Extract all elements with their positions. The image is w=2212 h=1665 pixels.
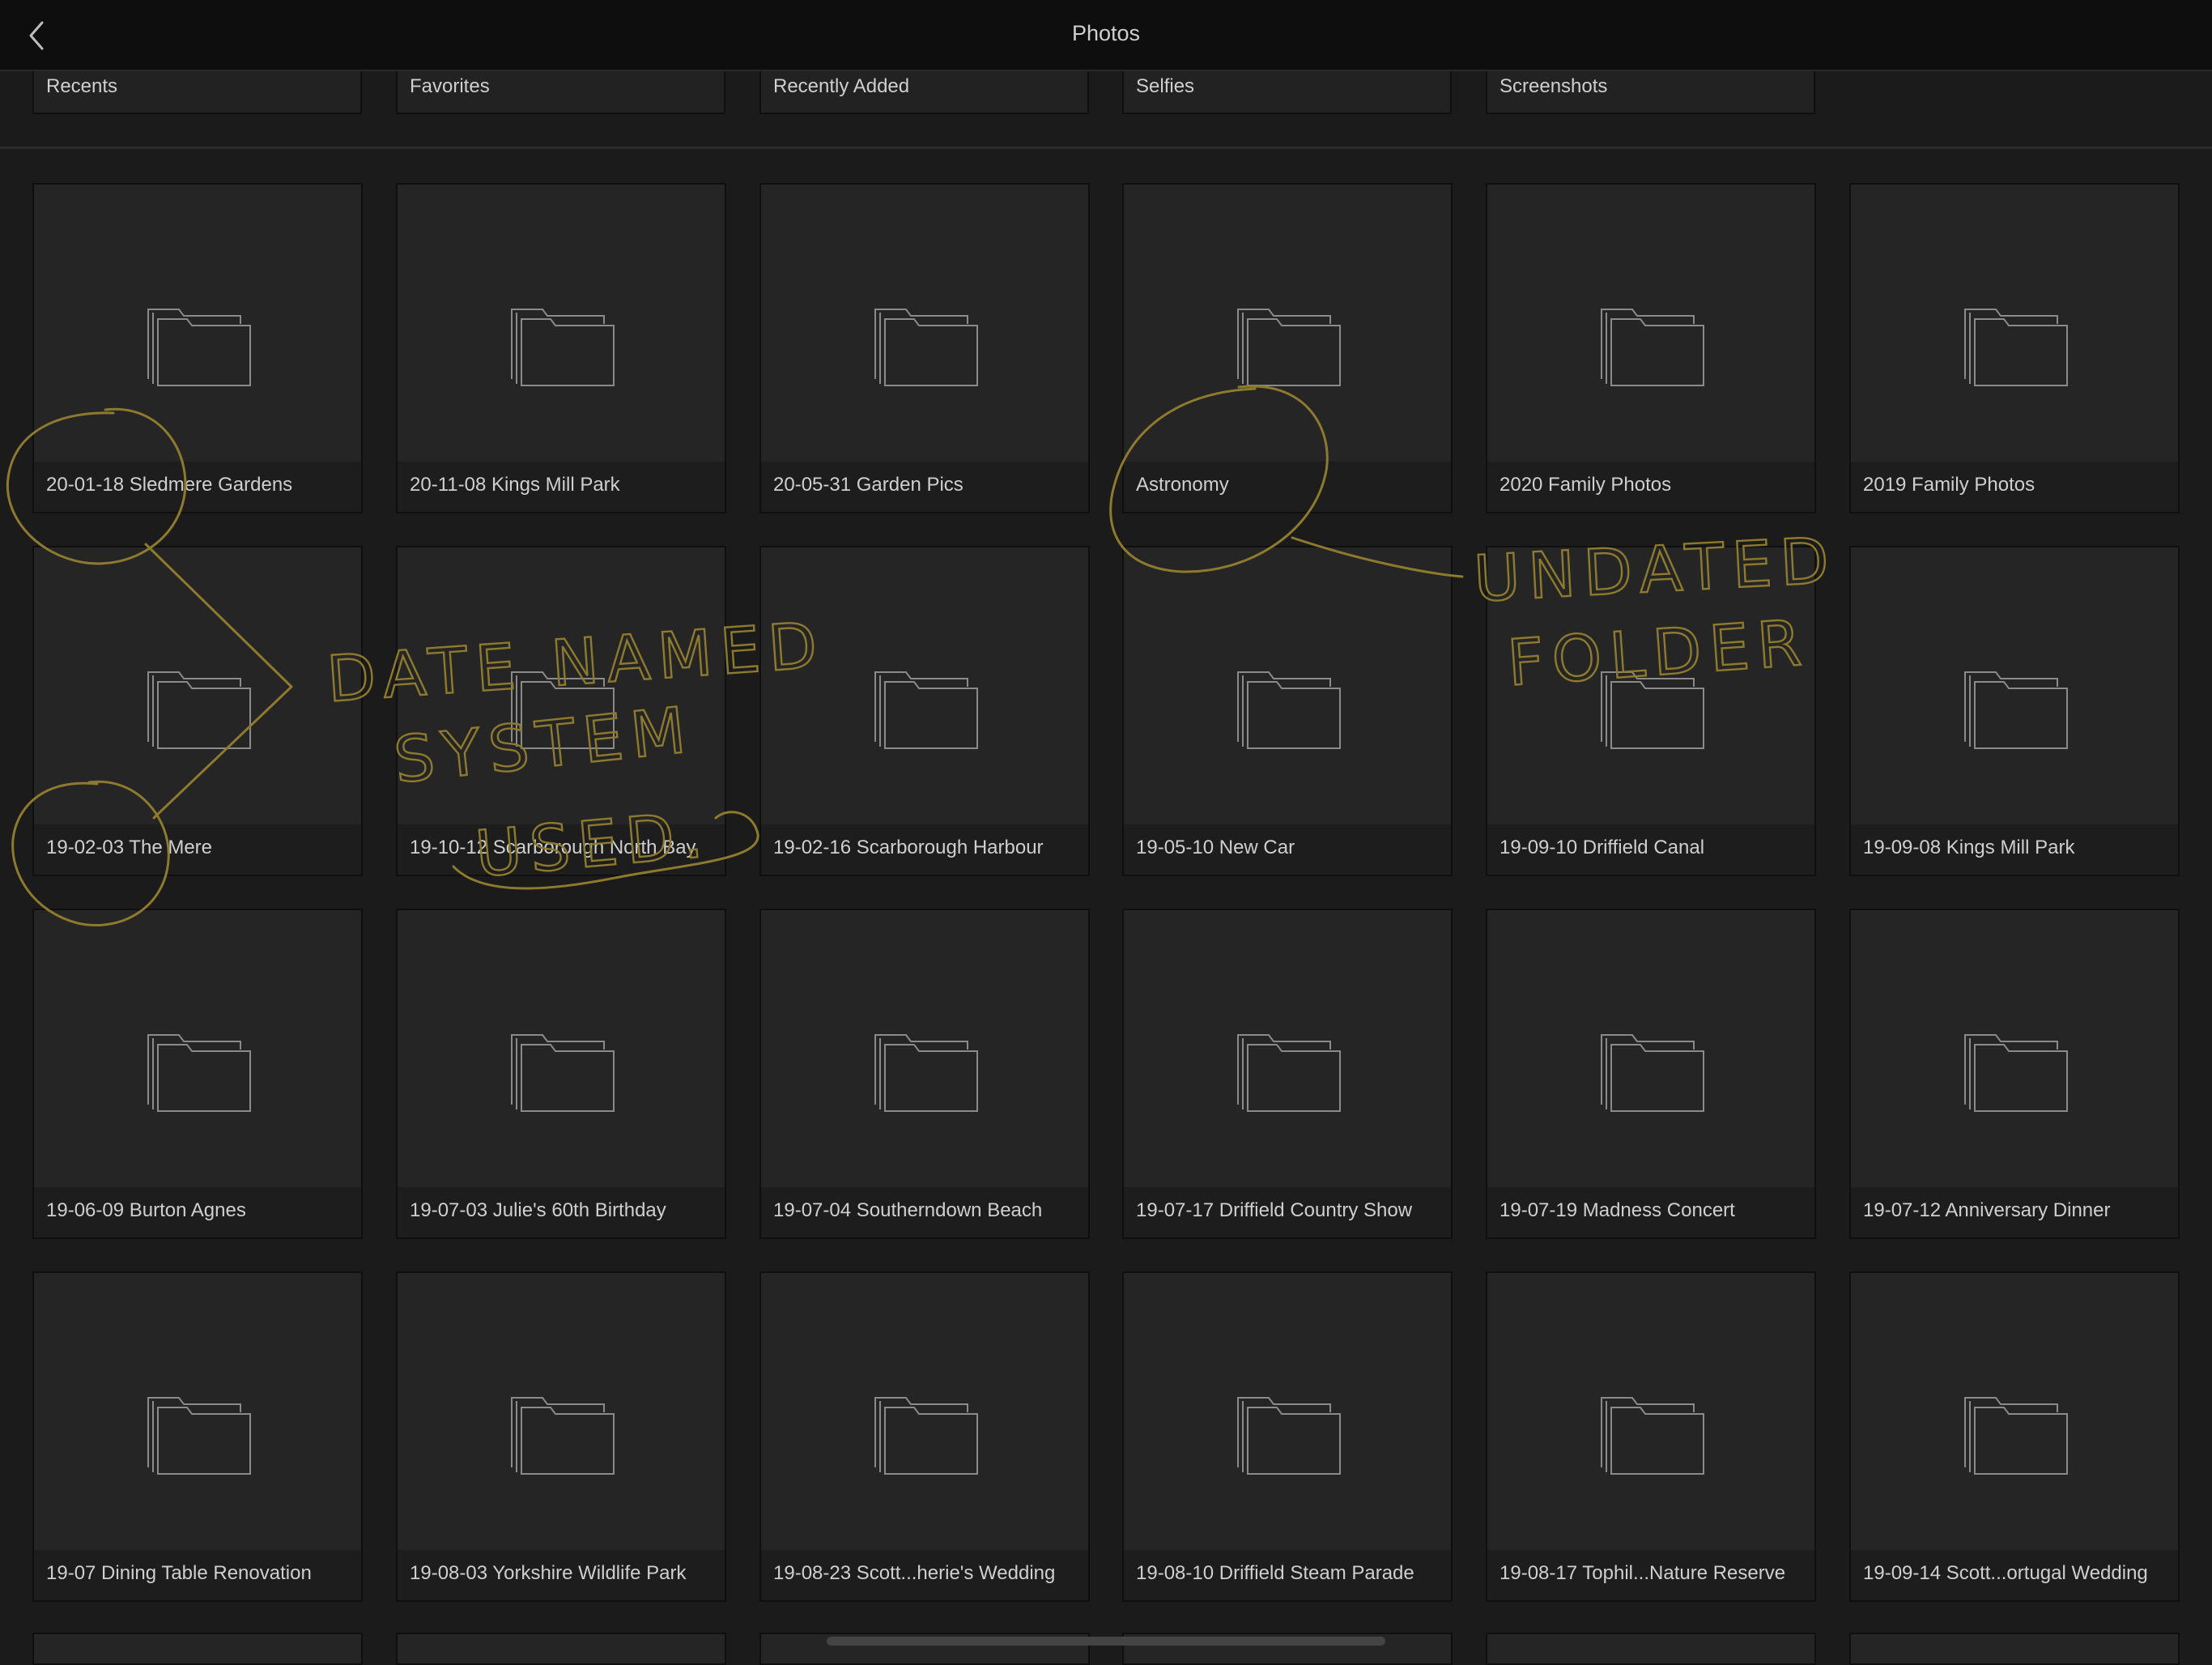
folder-label: 19-08-03 Yorkshire Wildlife Park (410, 1562, 687, 1584)
folder-stack-icon (1964, 1397, 2068, 1475)
folder-label: 19-08-10 Driffield Steam Parade (1136, 1562, 1414, 1584)
folder-tile[interactable]: 19-05-10 New Car (1122, 546, 1453, 876)
folder-tile[interactable]: 19-02-03 The Mere (32, 546, 363, 876)
folder-stack-icon (874, 1397, 978, 1475)
folder-label: 19-09-14 Scott...ortugal Wedding (1863, 1562, 2148, 1584)
folder-label: 19-08-23 Scott...herie's Wedding (773, 1562, 1056, 1584)
folder-label: 19-02-16 Scarborough Harbour (773, 837, 1044, 858)
folder-stack-icon (1964, 309, 2068, 386)
folder-stack-icon (511, 1397, 615, 1475)
folder-stack-icon (511, 309, 615, 386)
folder-stack-icon (874, 1034, 978, 1112)
folder-tile[interactable]: 19-06-09 Burton Agnes (32, 909, 363, 1239)
folder-stack-icon (511, 1034, 615, 1112)
folder-grid: 20-01-18 Sledmere Gardens 20-11-08 Kings… (0, 0, 2212, 1665)
folder-stack-icon (1601, 671, 1704, 749)
folder-label: 19-10-12 Scarborough North Bay (410, 837, 696, 858)
folder-tile[interactable]: 20-11-08 Kings Mill Park (396, 183, 726, 513)
folder-label: 20-01-18 Sledmere Gardens (46, 474, 293, 496)
folder-stack-icon (1237, 1034, 1341, 1112)
folder-stack-icon (1237, 1397, 1341, 1475)
folder-stack-icon (874, 671, 978, 749)
folder-label: 19-08-17 Tophil...Nature Reserve (1499, 1562, 1786, 1584)
folder-label: 2019 Family Photos (1863, 474, 2035, 496)
folder-stack-icon (1237, 309, 1341, 386)
folder-stack-icon (1964, 1034, 2068, 1112)
folder-tile-partial[interactable] (396, 1633, 726, 1665)
folder-stack-icon (511, 671, 615, 749)
folder-stack-icon (1237, 671, 1341, 749)
folder-stack-icon (147, 309, 251, 386)
folder-stack-icon (874, 309, 978, 386)
folder-tile[interactable]: 19-09-14 Scott...ortugal Wedding (1849, 1271, 2180, 1602)
folder-tile[interactable]: 19-09-08 Kings Mill Park (1849, 546, 2180, 876)
folder-stack-icon (147, 1034, 251, 1112)
folder-tile[interactable]: 2019 Family Photos (1849, 183, 2180, 513)
folder-label: 19-09-08 Kings Mill Park (1863, 837, 2075, 858)
folder-label: 19-07-03 Julie's 60th Birthday (410, 1199, 666, 1221)
folder-tile[interactable]: 19-08-17 Tophil...Nature Reserve (1486, 1271, 1816, 1602)
folder-tile[interactable]: 19-09-10 Driffield Canal (1486, 546, 1816, 876)
folder-tile-partial[interactable] (1849, 1633, 2180, 1665)
folder-label: 2020 Family Photos (1499, 474, 1672, 496)
folder-tile-partial[interactable] (32, 1633, 363, 1665)
folder-tile[interactable]: 2020 Family Photos (1486, 183, 1816, 513)
folder-stack-icon (1601, 309, 1704, 386)
folder-label: 20-11-08 Kings Mill Park (410, 474, 620, 496)
folder-tile[interactable]: 19-07-17 Driffield Country Show (1122, 909, 1453, 1239)
folder-stack-icon (147, 1397, 251, 1475)
folder-label: 19-07-12 Anniversary Dinner (1863, 1199, 2111, 1221)
folder-tile[interactable]: 19-07-12 Anniversary Dinner (1849, 909, 2180, 1239)
folder-tile-partial[interactable] (1486, 1633, 1816, 1665)
folder-stack-icon (1964, 671, 2068, 749)
folder-tile[interactable]: 19-08-23 Scott...herie's Wedding (759, 1271, 1090, 1602)
home-indicator[interactable] (827, 1637, 1385, 1646)
folder-tile[interactable]: 19-07 Dining Table Renovation (32, 1271, 363, 1602)
folder-tile[interactable]: 20-05-31 Garden Pics (759, 183, 1090, 513)
folder-label: 19-05-10 New Car (1136, 837, 1295, 858)
folder-label: 19-07 Dining Table Renovation (46, 1562, 312, 1584)
folder-label: 19-07-17 Driffield Country Show (1136, 1199, 1413, 1221)
folder-tile[interactable]: 19-10-12 Scarborough North Bay (396, 546, 726, 876)
folder-stack-icon (1601, 1034, 1704, 1112)
folder-tile[interactable]: 19-07-19 Madness Concert (1486, 909, 1816, 1239)
folder-label: 19-06-09 Burton Agnes (46, 1199, 246, 1221)
folder-tile[interactable]: 19-08-03 Yorkshire Wildlife Park (396, 1271, 726, 1602)
folder-stack-icon (1601, 1397, 1704, 1475)
folder-label: 19-07-04 Southerndown Beach (773, 1199, 1043, 1221)
folder-label: 19-09-10 Driffield Canal (1499, 837, 1705, 858)
folder-label: 19-07-19 Madness Concert (1499, 1199, 1735, 1221)
folder-tile[interactable]: Astronomy (1122, 183, 1453, 513)
folder-tile[interactable]: 20-01-18 Sledmere Gardens (32, 183, 363, 513)
folder-label: Astronomy (1136, 474, 1229, 496)
folder-tile[interactable]: 19-07-04 Southerndown Beach (759, 909, 1090, 1239)
folder-label: 20-05-31 Garden Pics (773, 474, 963, 496)
folder-tile[interactable]: 19-02-16 Scarborough Harbour (759, 546, 1090, 876)
folder-tile[interactable]: 19-07-03 Julie's 60th Birthday (396, 909, 726, 1239)
folder-tile[interactable]: 19-08-10 Driffield Steam Parade (1122, 1271, 1453, 1602)
folder-label: 19-02-03 The Mere (46, 837, 213, 858)
folder-stack-icon (147, 671, 251, 749)
